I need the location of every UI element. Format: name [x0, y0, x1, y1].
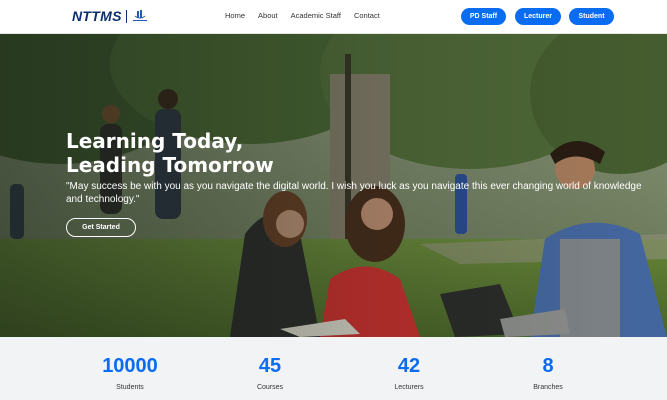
- nav-contact[interactable]: Contact: [354, 11, 380, 20]
- hero-title-line1: Learning Today,: [66, 129, 244, 153]
- hero-title: Learning Today, Leading Tomorrow: [66, 129, 274, 177]
- stat-branches: 8 Branches: [488, 355, 608, 391]
- stat-label: Branches: [533, 384, 563, 391]
- stat-lecturers: 42 Lecturers: [349, 355, 469, 391]
- stat-value: 8: [542, 355, 554, 377]
- stat-label: Lecturers: [394, 384, 424, 391]
- logo[interactable]: NTTMS: [72, 8, 149, 24]
- stats-section: 10000 Students 45 Courses 42 Lecturers 8…: [0, 337, 667, 400]
- stat-value: 10000: [102, 355, 158, 377]
- nav-academic-staff[interactable]: Academic Staff: [291, 11, 341, 20]
- stat-label: Courses: [256, 384, 284, 391]
- hero-quote: "May success be with you as you navigate…: [66, 181, 642, 205]
- logo-text: NTTMS: [72, 8, 122, 24]
- get-started-button[interactable]: Get Started: [66, 218, 136, 237]
- nav-about[interactable]: About: [258, 11, 278, 20]
- hero-section: Learning Today, Leading Tomorrow "May su…: [0, 34, 667, 337]
- stat-value: 42: [397, 355, 421, 377]
- lecturer-button[interactable]: Lecturer: [515, 8, 561, 25]
- pd-staff-button[interactable]: PD Staff: [461, 8, 506, 25]
- logo-divider: [125, 9, 127, 23]
- hero-title-line2: Leading Tomorrow: [66, 153, 274, 177]
- nav-home[interactable]: Home: [225, 11, 245, 20]
- institution-emblem-icon: [131, 9, 149, 23]
- stat-courses: 45 Courses: [210, 355, 330, 391]
- stat-students: 10000 Students: [70, 355, 190, 391]
- top-navbar: NTTMS Home About Academic Staff Contact …: [0, 0, 667, 34]
- main-nav: Home About Academic Staff Contact: [225, 11, 393, 20]
- student-button[interactable]: Student: [569, 8, 614, 25]
- stat-value: 45: [258, 355, 282, 377]
- stat-label: Students: [116, 384, 144, 391]
